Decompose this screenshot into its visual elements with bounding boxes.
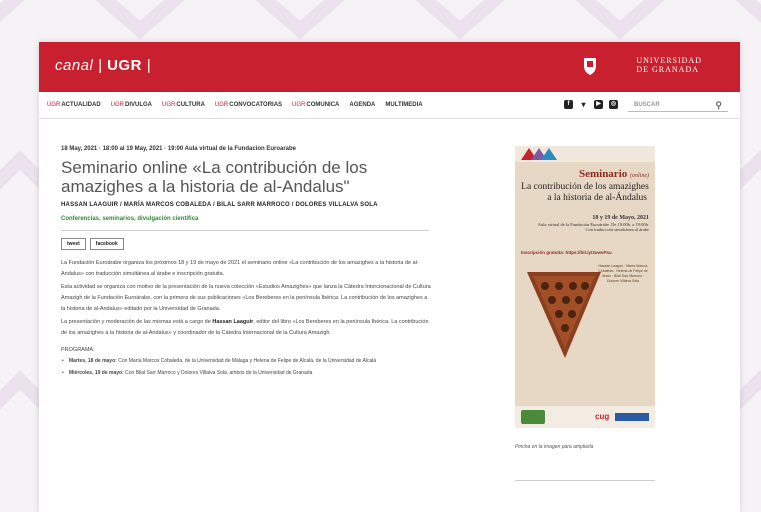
- search-placeholder: BUSCAR: [634, 102, 660, 108]
- brand-ugr: UGR: [107, 57, 142, 74]
- tweet-button[interactable]: tweet: [61, 238, 86, 250]
- nav-item-agenda[interactable]: AGENDA: [349, 102, 375, 108]
- nav-item-comunica[interactable]: UGRCOMUNICA: [292, 102, 339, 108]
- article: 18 May, 2021 · 18:00 al 19 May, 2021 · 1…: [61, 146, 451, 377]
- ceramic-bowl-image: [527, 272, 601, 358]
- poster-seminario: Seminario (online): [578, 168, 649, 180]
- category-link[interactable]: Conferencias, seminarios, divulgación ci…: [61, 216, 451, 222]
- instagram-icon[interactable]: ◎: [609, 100, 618, 109]
- paragraph-1: La Fundación Euroárabe organiza los próx…: [61, 260, 419, 277]
- divider: [515, 480, 655, 481]
- social-links: f ▾ ▶ ◎: [564, 100, 618, 109]
- nav-item-cultura[interactable]: UGRCULTURA: [162, 102, 205, 108]
- paragraph-3: La presentación y moderación de las mism…: [61, 319, 429, 336]
- youtube-icon[interactable]: ▶: [594, 100, 603, 109]
- nav-item-multimedia[interactable]: MULTIMEDIA: [385, 102, 422, 108]
- share-buttons: tweet facebook: [61, 238, 451, 250]
- facebook-icon[interactable]: f: [564, 100, 573, 109]
- search-icon[interactable]: ⚲: [715, 98, 722, 112]
- poster-header: [515, 146, 655, 162]
- twitter-icon[interactable]: ▾: [579, 100, 588, 109]
- brand-canal: canal: [55, 57, 94, 74]
- poster-footer-logos: cug: [515, 406, 655, 428]
- poster-title: La contribución de los amazighes a la hi…: [521, 182, 649, 203]
- ugr-logo-small: cug: [595, 412, 610, 421]
- university-logo[interactable]: UNIVERSIDAD DE GRANADA: [636, 56, 702, 74]
- web-page: canal | UGR | UNIVERSIDAD DE GRANADA UGR…: [39, 42, 740, 512]
- university-line1: UNIVERSIDAD: [636, 56, 702, 65]
- poster-details: 18 y 19 de Mayo, 2021 Aula virtual de la…: [537, 215, 649, 232]
- authors: HASSAN LAAGUIR / MARÍA MARCOS COBALEDA /…: [61, 202, 378, 208]
- university-shield-icon: [584, 58, 596, 75]
- list-item: Miércoles, 19 de mayo: Con Bilal Sarr Ma…: [61, 369, 429, 377]
- facebook-button[interactable]: facebook: [89, 238, 124, 250]
- poster-speakers: Hassan Laaguir · María Marcos Cobaleda ·…: [598, 264, 648, 283]
- search-input[interactable]: BUSCAR ⚲: [628, 98, 728, 112]
- divider: [61, 230, 429, 231]
- fundacion-logo: [521, 148, 557, 160]
- partner-logo: [615, 413, 649, 421]
- event-poster-image[interactable]: Seminario (online) La contribución de lo…: [515, 146, 655, 428]
- page-title: Seminario online «La contribución de los…: [61, 158, 368, 196]
- university-line2: DE GRANADA: [636, 65, 699, 74]
- program-heading: PROGRAMA:: [61, 347, 95, 353]
- header-bar: canal | UGR | UNIVERSIDAD DE GRANADA: [39, 42, 740, 92]
- list-item: Martes, 18 de mayo: Con María Marcos Cob…: [61, 357, 429, 365]
- canal-ugr-logo[interactable]: canal | UGR |: [55, 57, 151, 74]
- nav-item-actualidad[interactable]: UGRACTUALIDAD: [47, 102, 101, 108]
- nav-item-divulga[interactable]: UGRDIVULGA: [111, 102, 152, 108]
- nav-item-convocatorias[interactable]: UGRCONVOCATORIAS: [215, 102, 282, 108]
- image-caption: Pincha en la imagen para ampliarla: [515, 444, 594, 450]
- main-nav: UGRACTUALIDAD UGRDIVULGA UGRCULTURA UGRC…: [39, 92, 740, 119]
- event-date: 18 May, 2021 · 18:00 al 19 May, 2021 · 1…: [61, 146, 296, 152]
- green-logo: [521, 410, 545, 424]
- poster-inscription: Inscripción gratuita: https://bit.ly/3uw…: [521, 250, 612, 255]
- paragraph-2: Esta actividad se organiza con motivo de…: [61, 284, 431, 312]
